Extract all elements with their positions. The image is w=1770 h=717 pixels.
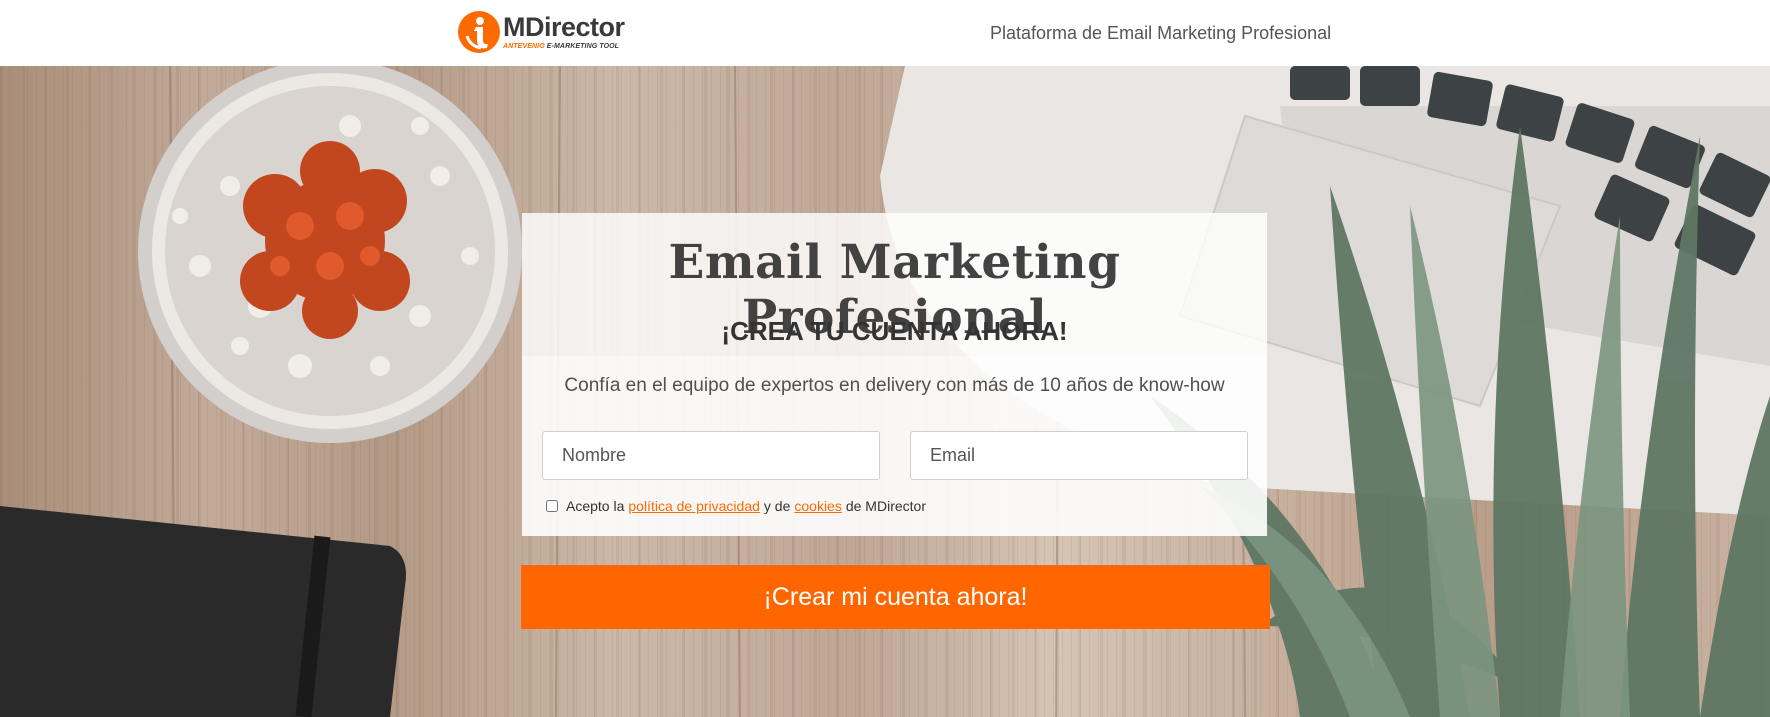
logo-name: MDirector [503, 12, 625, 42]
mdirector-logo-icon [458, 11, 500, 53]
consent-middle: y de [763, 498, 791, 514]
header-tagline: Plataforma de Email Marketing Profesiona… [990, 23, 1332, 43]
consent-checkbox[interactable] [546, 500, 558, 512]
consent-row: Acepto la política de privacidad y de co… [546, 498, 926, 514]
hero-subtitle: ¡CREA TU CUENTA AHORA! [721, 316, 1068, 346]
logo-tag-brand: ANTEVENIO [503, 43, 545, 50]
hero-lead-text: Confía en el equipo de expertos en deliv… [564, 375, 1225, 396]
logo-tagline: ANTEVENIO E-MARKETING TOOL [503, 43, 625, 50]
create-account-button[interactable]: ¡Crear mi cuenta ahora! [521, 565, 1270, 629]
mdirector-logo[interactable]: MDirector ANTEVENIO E-MARKETING TOOL [457, 10, 625, 54]
cookies-link[interactable]: cookies [794, 498, 841, 514]
signup-card: Email Marketing Profesional ¡CREA TU CUE… [522, 213, 1267, 536]
logo-wordmark: MDirector ANTEVENIO E-MARKETING TOOL [503, 12, 625, 51]
consent-suffix: de MDirector [845, 498, 926, 514]
consent-prefix: Acepto la [566, 498, 625, 514]
logo-tag-rest: E-MARKETING TOOL [546, 43, 620, 50]
name-input[interactable] [542, 431, 880, 480]
email-input[interactable] [910, 431, 1248, 480]
privacy-policy-link[interactable]: política de privacidad [628, 498, 760, 514]
site-header: MDirector ANTEVENIO E-MARKETING TOOL Pla… [0, 0, 1770, 66]
